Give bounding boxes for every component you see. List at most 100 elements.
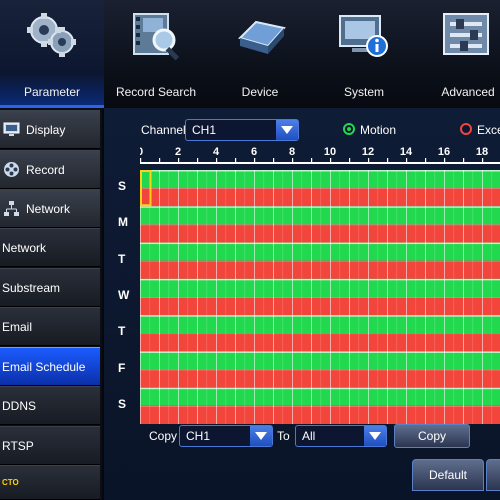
- motion-schedule-row[interactable]: [140, 206, 500, 225]
- sidebar-item-ddns[interactable]: DDNS: [0, 386, 100, 425]
- hour-tick-label: 16: [438, 146, 450, 158]
- hour-tick-mark: [368, 158, 370, 164]
- system-info-icon: [336, 8, 392, 64]
- copy-to-select[interactable]: All: [295, 425, 387, 447]
- tab-label: Record Search: [115, 85, 197, 99]
- hour-tick-mark: [463, 158, 465, 164]
- film-reel-icon: [3, 161, 20, 178]
- chevron-down-icon: [250, 426, 272, 446]
- exception-schedule-row[interactable]: [140, 297, 500, 316]
- network-icon: [3, 200, 20, 217]
- next-button-edge[interactable]: [486, 459, 500, 491]
- tab-advanced[interactable]: Advanced: [416, 0, 500, 108]
- hour-tick-label: 2: [175, 146, 181, 158]
- tab-label: Advanced: [441, 85, 495, 99]
- grid-row-line: [140, 387, 500, 390]
- motion-schedule-row[interactable]: [140, 387, 500, 406]
- day-label: W: [118, 288, 130, 302]
- sidebar-item-record[interactable]: Record: [0, 150, 100, 189]
- copy-to-value: All: [302, 429, 316, 443]
- grid-row-line: [140, 188, 500, 189]
- copy-button[interactable]: Copy: [394, 424, 470, 448]
- sidebar-item-label: Email Schedule: [2, 360, 86, 374]
- grid-row-line: [140, 260, 500, 262]
- tab-label: Device: [241, 85, 279, 99]
- monitor-icon: [3, 121, 20, 138]
- hour-tick-label: 8: [289, 146, 295, 158]
- tab-system[interactable]: System: [312, 0, 416, 108]
- hour-tick-mark: [444, 158, 446, 164]
- motion-schedule-row[interactable]: [140, 351, 500, 370]
- film-search-icon: [128, 8, 184, 64]
- day-label: T: [118, 251, 126, 266]
- grid-row-line: [140, 297, 500, 298]
- copy-label: Copy: [149, 429, 178, 443]
- to-label: To: [277, 429, 290, 443]
- motion-schedule-row[interactable]: [140, 170, 500, 189]
- hour-tick-mark: [406, 158, 408, 164]
- hour-tick-label: 10: [324, 146, 336, 158]
- grid-row-line: [140, 351, 500, 353]
- grid-row-line: [140, 278, 500, 281]
- motion-label: Motion: [360, 123, 397, 137]
- hour-tick-mark: [254, 158, 256, 164]
- sidebar-item-substream[interactable]: Substream: [0, 268, 100, 307]
- sidebar-item-display[interactable]: Display: [0, 110, 100, 149]
- sidebar-item-label: RTSP: [2, 439, 34, 453]
- hour-tick-label: 12: [362, 146, 374, 158]
- sidebar-item-label: Record: [26, 163, 65, 177]
- hour-tick-label: 14: [400, 146, 413, 158]
- sidebar-item-email-schedule[interactable]: Email Schedule: [0, 347, 100, 386]
- hour-tick-label: 0: [140, 146, 143, 158]
- tab-label: Parameter: [23, 85, 81, 99]
- grid-row-line: [140, 315, 500, 317]
- hour-tick-mark: [178, 158, 180, 164]
- exception-schedule-row[interactable]: [140, 224, 500, 243]
- chevron-down-icon: [276, 120, 298, 140]
- sidebar-item-network[interactable]: Network: [0, 228, 100, 267]
- grid-row-line: [140, 242, 500, 245]
- hour-tick-mark: [197, 158, 199, 164]
- exception-schedule-row[interactable]: [140, 333, 500, 352]
- hour-tick-mark: [273, 158, 275, 164]
- hour-tick-label: 18: [476, 146, 488, 158]
- hour-tick-mark: [425, 158, 427, 164]
- hour-tick-mark: [482, 158, 484, 164]
- exception-label: Exce: [477, 123, 500, 137]
- hour-tick-mark: [159, 158, 161, 164]
- motion-schedule-row[interactable]: [140, 278, 500, 297]
- exception-radio[interactable]: [460, 123, 472, 135]
- ruler-baseline: [140, 162, 500, 164]
- exception-schedule-row[interactable]: [140, 188, 500, 207]
- hour-tick-mark: [216, 158, 218, 164]
- hour-tick-mark: [349, 158, 351, 164]
- sidebar-item-rtsp[interactable]: RTSP: [0, 426, 100, 465]
- exception-schedule-row[interactable]: [140, 405, 500, 424]
- tab-parameter[interactable]: Parameter: [0, 0, 104, 108]
- tab-label: System: [343, 85, 384, 99]
- sidebar-item-email[interactable]: Email: [0, 307, 100, 346]
- hour-tick-mark: [330, 158, 332, 164]
- motion-schedule-row[interactable]: [140, 315, 500, 334]
- sidebar-item-cto[interactable]: CTO: [0, 465, 100, 500]
- schedule-grid[interactable]: [140, 170, 500, 424]
- exception-schedule-row[interactable]: [140, 369, 500, 388]
- hour-tick-mark: [292, 158, 294, 164]
- channel-value: CH1: [192, 123, 217, 137]
- tab-device[interactable]: Device: [208, 0, 312, 108]
- schedule-grid-area: 0 2 4 6 8 10 12 14 16 18: [140, 144, 500, 424]
- default-button[interactable]: Default: [412, 459, 484, 491]
- motion-radio[interactable]: [343, 123, 355, 135]
- hour-tick-mark: [387, 158, 389, 164]
- sidebar-item-label: Display: [26, 123, 66, 137]
- copy-from-select[interactable]: CH1: [179, 425, 273, 447]
- exception-schedule-row[interactable]: [140, 260, 500, 279]
- motion-schedule-row[interactable]: [140, 242, 500, 261]
- tab-record-search[interactable]: Record Search: [104, 0, 208, 108]
- hour-tick-label: 6: [251, 146, 257, 158]
- sidebar-item-network-group[interactable]: Network: [0, 189, 100, 228]
- sidebar-item-label: DDNS: [2, 399, 37, 413]
- hour-tick-mark: [235, 158, 237, 164]
- channel-select[interactable]: CH1: [185, 119, 299, 141]
- hour-tick-mark: [140, 158, 142, 164]
